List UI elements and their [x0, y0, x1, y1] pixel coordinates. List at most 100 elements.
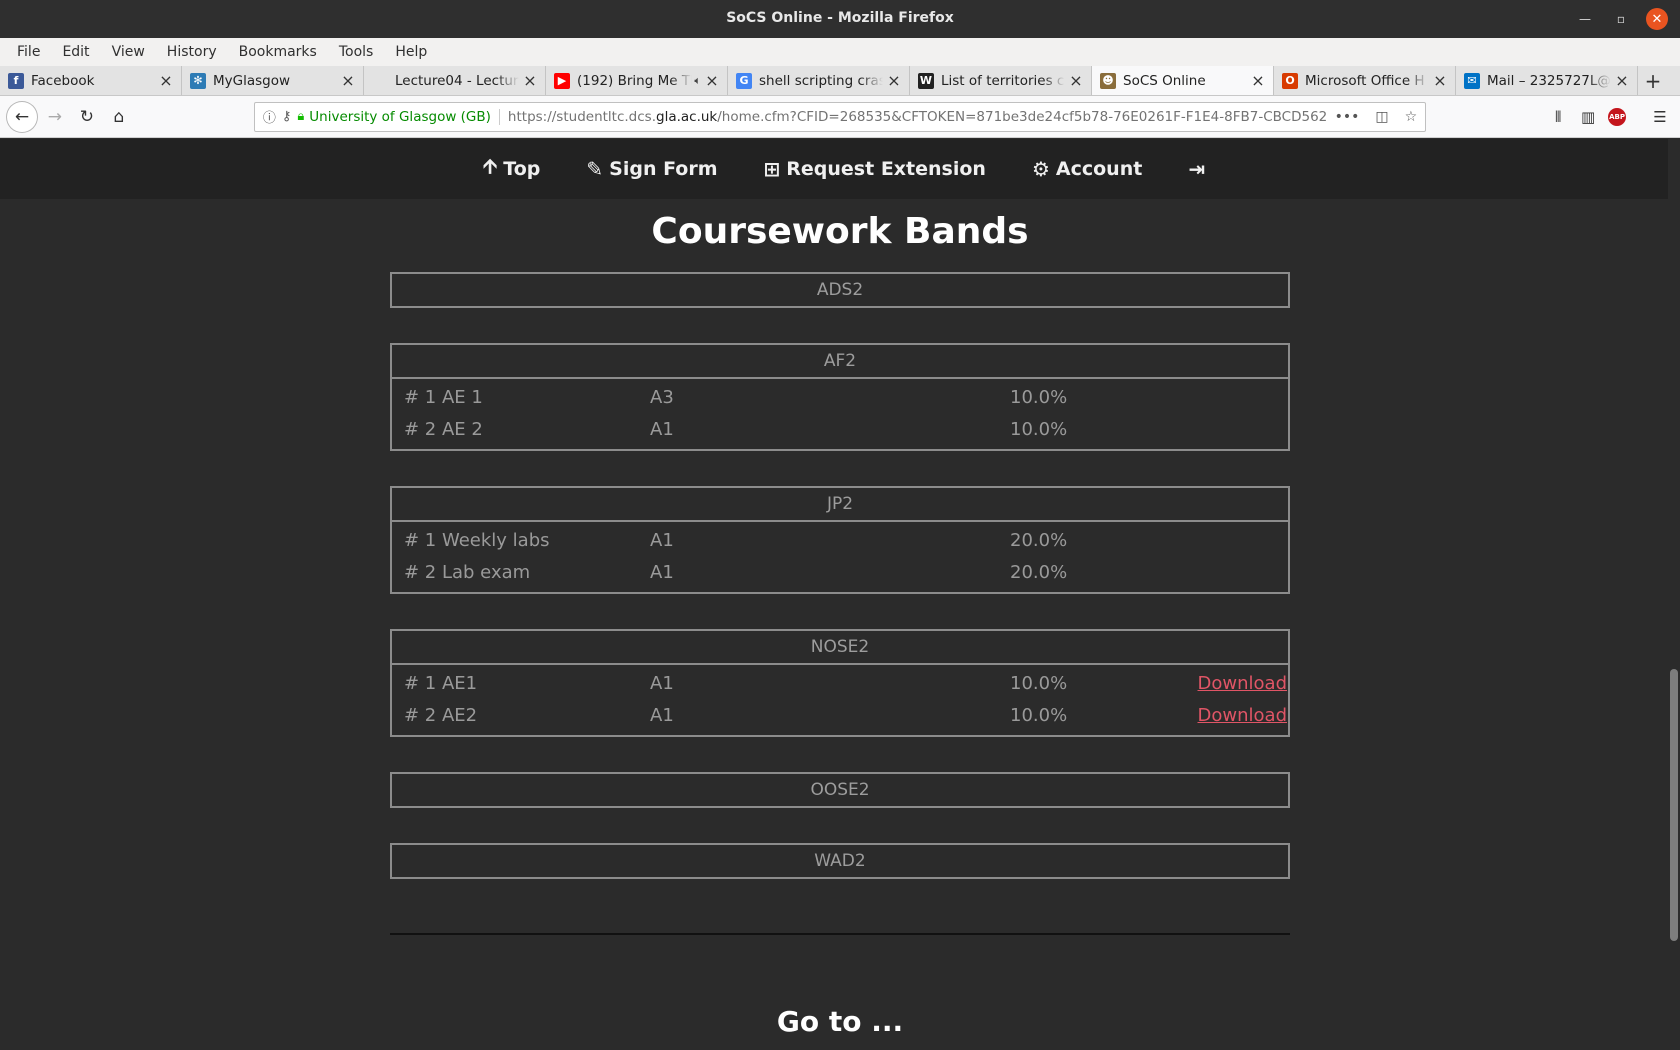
grade-band: A1	[650, 705, 674, 726]
nav-account-link[interactable]: ⚙ Account	[1032, 157, 1142, 181]
lock-icon[interactable]: 🔒︎	[297, 109, 304, 124]
browser-tab[interactable]: ✉ Mail – 2325727L@ ×	[1456, 66, 1638, 95]
goto-heading: Go to ...	[776, 1005, 904, 1038]
close-tab-icon[interactable]: ×	[341, 71, 355, 90]
close-tab-icon[interactable]: ×	[523, 71, 537, 90]
action-cell	[1190, 382, 1288, 414]
hamburger-menu-icon[interactable]: ☰	[1646, 103, 1674, 131]
grade-band: A1	[650, 419, 674, 440]
browser-tab[interactable]: ▶ (192) Bring Me Th 🔈︎ ×	[546, 66, 728, 95]
download-link[interactable]: Download	[1198, 673, 1287, 694]
scrollbar[interactable]	[1668, 139, 1680, 1050]
weight-value: 10.0%	[1010, 673, 1068, 694]
table-row: # 1 Weekly labs A1 20.0%	[392, 525, 1288, 557]
tab-favicon-icon: ▶	[554, 72, 570, 89]
course-band-table: WAD2	[390, 843, 1290, 879]
menu-file[interactable]: File	[6, 44, 51, 60]
grade-band: A1	[650, 562, 674, 583]
browser-tab[interactable]: O Microsoft Office H ×	[1274, 66, 1456, 95]
tab-favicon-icon: ✻	[190, 72, 206, 89]
course-name: OOSE2	[810, 780, 870, 800]
nav-sign-form-link[interactable]: ✎ Sign Form	[586, 157, 717, 181]
tab-label: shell scripting cras	[759, 72, 883, 89]
speaker-icon[interactable]: 🔈︎	[694, 74, 701, 88]
bookmark-star-icon[interactable]: ☆	[1405, 109, 1418, 125]
weight-value: 20.0%	[1010, 530, 1068, 551]
tab-favicon-icon	[372, 72, 388, 89]
home-icon[interactable]: ⌂	[104, 102, 134, 132]
url-prefix: https://studentltc.dcs.	[507, 108, 656, 125]
weight-value: 10.0%	[1010, 419, 1068, 440]
menu-history[interactable]: History	[156, 44, 228, 60]
close-tab-icon[interactable]: ×	[887, 71, 901, 90]
new-tab-icon[interactable]: +	[1638, 66, 1668, 95]
table-row: # 2 Lab exam A1 20.0%	[392, 557, 1288, 589]
page-actions-icon[interactable]: •••	[1335, 109, 1360, 125]
course-name: WAD2	[814, 851, 866, 871]
site-navbar: 🡩︎ Top ✎ Sign Form ⊞ Request Extension ⚙…	[0, 139, 1680, 199]
library-icon[interactable]: ⫴	[1544, 103, 1572, 131]
url-rest: /home.cfm?CFID=268535&CFTOKEN=871be3de24…	[717, 108, 1327, 125]
medkit-icon: ⊞	[763, 157, 781, 181]
maximize-icon[interactable]: ▫	[1610, 8, 1632, 30]
coursework-id: # 1 Weekly labs	[404, 530, 550, 551]
back-arrow-icon[interactable]: ←	[6, 100, 38, 133]
sidebar-icon[interactable]: ▥	[1574, 103, 1602, 131]
tab-label: (192) Bring Me Th	[577, 72, 693, 89]
course-name: AF2	[823, 351, 857, 371]
browser-tab[interactable]: ☻ SoCS Online ×	[1092, 66, 1274, 95]
pocket-icon[interactable]: ◫	[1375, 109, 1388, 125]
weight-value: 10.0%	[1010, 387, 1068, 408]
nav-logout-link[interactable]: ⇥	[1188, 157, 1205, 181]
close-tab-icon[interactable]: ×	[1433, 71, 1447, 90]
download-link[interactable]: Download	[1198, 705, 1287, 726]
nav-top-link[interactable]: 🡩︎ Top	[483, 152, 540, 186]
browser-tab[interactable]: Lecture04 - Lecture04×	[364, 66, 546, 95]
action-cell	[1190, 525, 1288, 557]
menu-edit[interactable]: Edit	[51, 44, 100, 60]
page-title: Coursework Bands	[651, 211, 1029, 252]
coursework-rows: # 1 Weekly labs A1 20.0% # 2 Lab exam A1 20.0…	[392, 520, 1288, 592]
site-identity[interactable]: University of Glasgow (GB)	[309, 108, 500, 125]
tab-label: Mail – 2325727L@	[1487, 72, 1611, 89]
nav-request-extension-link[interactable]: ⊞ Request Extension	[764, 157, 986, 181]
course-band-table: NOSE2 # 1 AE1 A1 10.0% Download # 2 AE2 A1 10.0…	[390, 629, 1290, 737]
forward-arrow-icon[interactable]: →	[40, 102, 70, 132]
tab-label: MyGlasgow	[213, 72, 291, 89]
weight-value: 10.0%	[1010, 705, 1068, 726]
minimize-icon[interactable]: —	[1574, 8, 1596, 30]
adblock-icon[interactable]: ABP	[1608, 107, 1627, 126]
coursework-bands: ADS2 AF2 # 1 AE 1 A3 10.0% # 2 AE 2 A1 10.0% JP2…	[0, 272, 1680, 879]
key-icon[interactable]: ⚷	[282, 109, 292, 124]
action-cell	[1190, 414, 1288, 446]
nav-account-label: Account	[1055, 158, 1143, 180]
browser-tab[interactable]: W List of territories c ×	[910, 66, 1092, 95]
close-tab-icon[interactable]: ×	[159, 71, 173, 90]
address-bar[interactable]: ⓘ ⚷ 🔒︎ University of Glasgow (GB) https:…	[253, 101, 1427, 132]
menu-help[interactable]: Help	[384, 44, 438, 60]
url-text[interactable]: https://studentltc.dcs.gla.ac.uk/home.cf…	[508, 109, 1327, 125]
weight-value: 20.0%	[1010, 562, 1068, 583]
reload-icon[interactable]: ↻	[72, 102, 102, 132]
menu-view[interactable]: View	[101, 44, 156, 60]
action-cell: Download	[1190, 668, 1288, 700]
close-tab-icon[interactable]: ×	[1251, 71, 1265, 90]
browser-tab[interactable]: f Facebook ×	[0, 66, 182, 95]
browser-tab[interactable]: ✻ MyGlasgow ×	[182, 66, 364, 95]
close-tab-icon[interactable]: ×	[1615, 71, 1629, 90]
url-domain: gla.ac.uk	[656, 108, 718, 125]
tab-label: List of territories c	[941, 72, 1065, 89]
close-tab-icon[interactable]: ×	[705, 71, 719, 90]
tab-favicon-icon: O	[1282, 72, 1298, 89]
tab-favicon-icon: f	[8, 72, 24, 89]
arrow-up-icon: 🡩︎	[482, 154, 498, 178]
menu-bookmarks[interactable]: Bookmarks	[228, 44, 328, 60]
scrollbar-thumb[interactable]	[1670, 669, 1678, 941]
close-tab-icon[interactable]: ×	[1069, 71, 1083, 90]
browser-tab[interactable]: Gshell scripting cras ×	[728, 66, 910, 95]
info-icon[interactable]: ⓘ	[263, 107, 276, 126]
tab-favicon-icon: W	[918, 72, 934, 89]
menu-tools[interactable]: Tools	[328, 44, 385, 60]
close-window-icon[interactable]: ✕	[1646, 8, 1668, 30]
course-band-table: OOSE2	[390, 772, 1290, 808]
